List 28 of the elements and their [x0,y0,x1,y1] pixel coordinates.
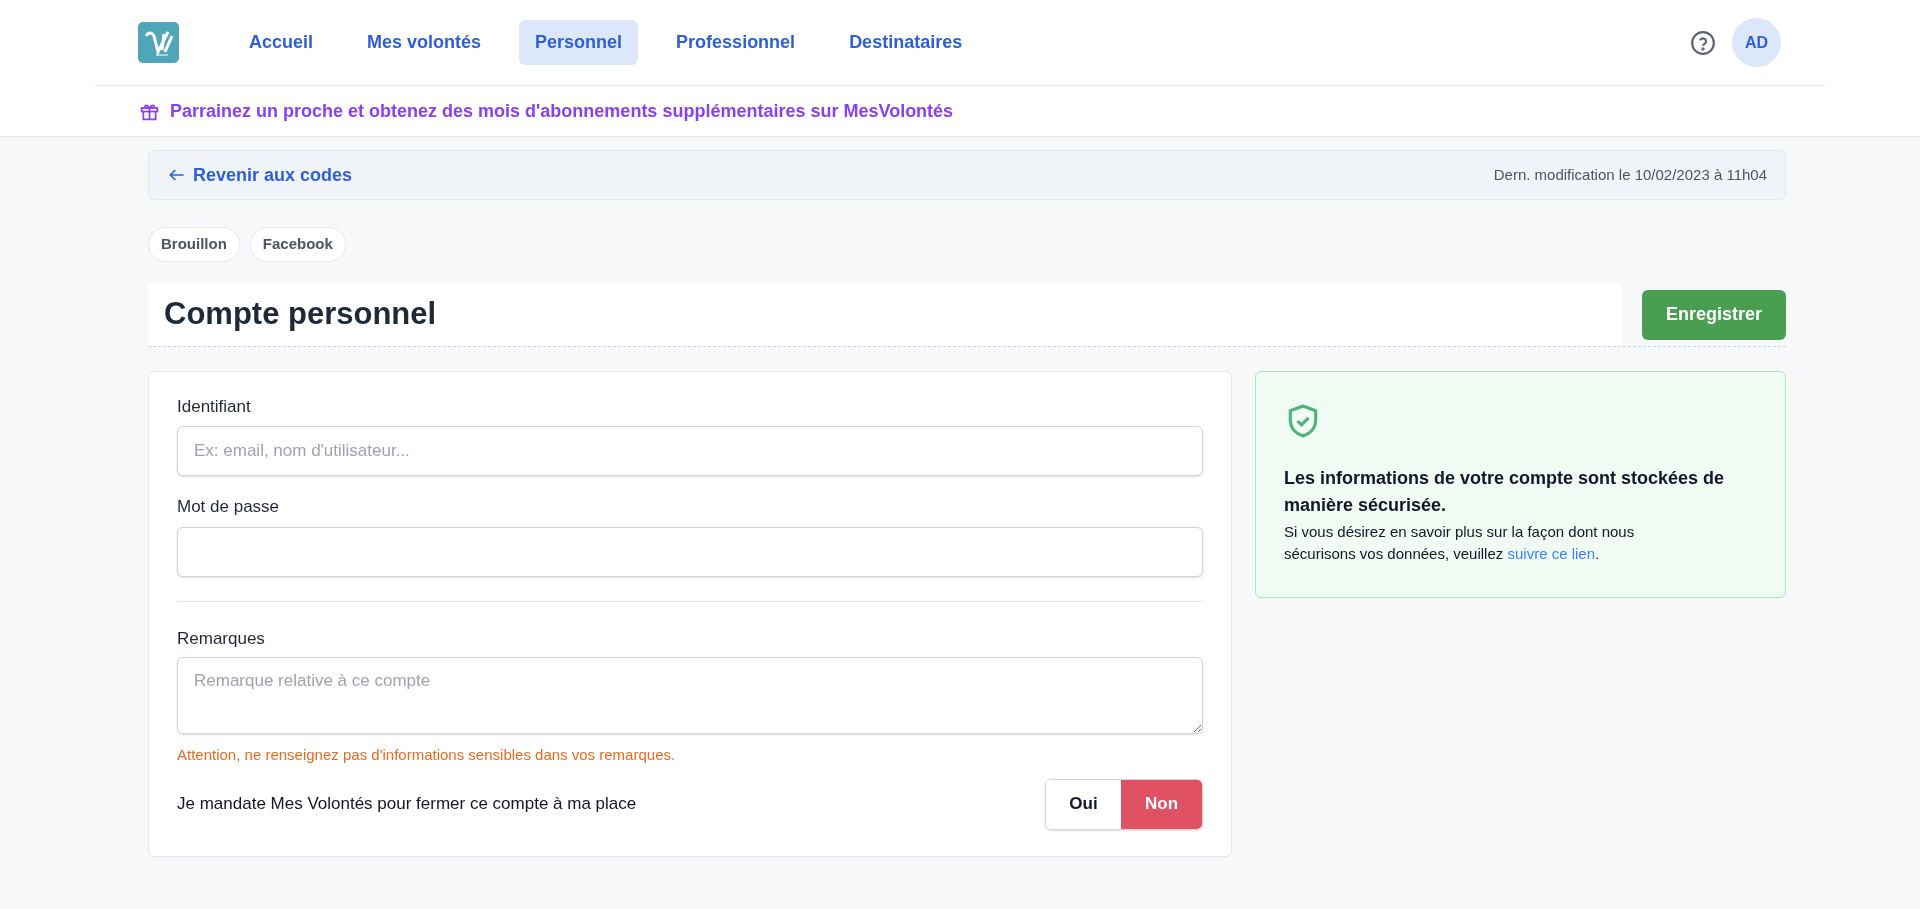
mandate-label: Je mandate Mes Volontés pour fermer ce compte à ma place [177,793,637,816]
remarks-field[interactable]: Remarque relative à ce compte [177,657,1203,734]
security-link[interactable]: suivre ce lien [1507,544,1595,562]
nav-tab[interactable]: Accueil [233,20,330,65]
tag: Facebook [249,227,346,262]
nav-tab[interactable]: Mes volontés [351,20,498,65]
page-title[interactable]: Compte personnel [148,282,1622,346]
nav-tab[interactable]: Destinataires [833,20,979,65]
info-text: Si vous désirez en savoir plus sur la façon dont nous sécurisons vos données, veuillez suivre ce lien. [1284,521,1636,564]
field-label: Identifiant [177,395,252,418]
toggle-option[interactable]: Non [1121,779,1202,829]
nav-tab[interactable]: Professionnel [660,20,812,65]
input-field[interactable]: Ex: email, nom d'utilisateur... [177,426,1203,476]
warning-text: Attention, ne renseignez pas d'informations sensibles dans vos remarques. [177,745,677,765]
toggle-option[interactable]: Oui [1046,779,1121,829]
referral-link[interactable]: Parrainez un proche et obtenez des mois d'abonnements supplémentaires sur MesVolontés [170,97,954,125]
input-field[interactable] [177,526,1203,577]
info-heading: Les informations de votre compte sont stockées de manière sécurisée. [1284,466,1726,517]
logo-icon[interactable] [138,22,179,63]
back-link[interactable]: Revenir aux codes [167,161,353,189]
tag: Brouillon [148,227,240,262]
last-modified: Dern. modification le 10/02/2023 à 11h04 [1493,164,1767,185]
user-avatar[interactable]: AD [1732,18,1781,67]
help-icon[interactable] [1690,29,1716,56]
save-button[interactable]: Enregistrer [1642,289,1786,340]
field-label: Remarques [177,627,266,650]
nav-tab[interactable]: Personnel [519,20,639,65]
field-label: Mot de passe [177,496,281,518]
